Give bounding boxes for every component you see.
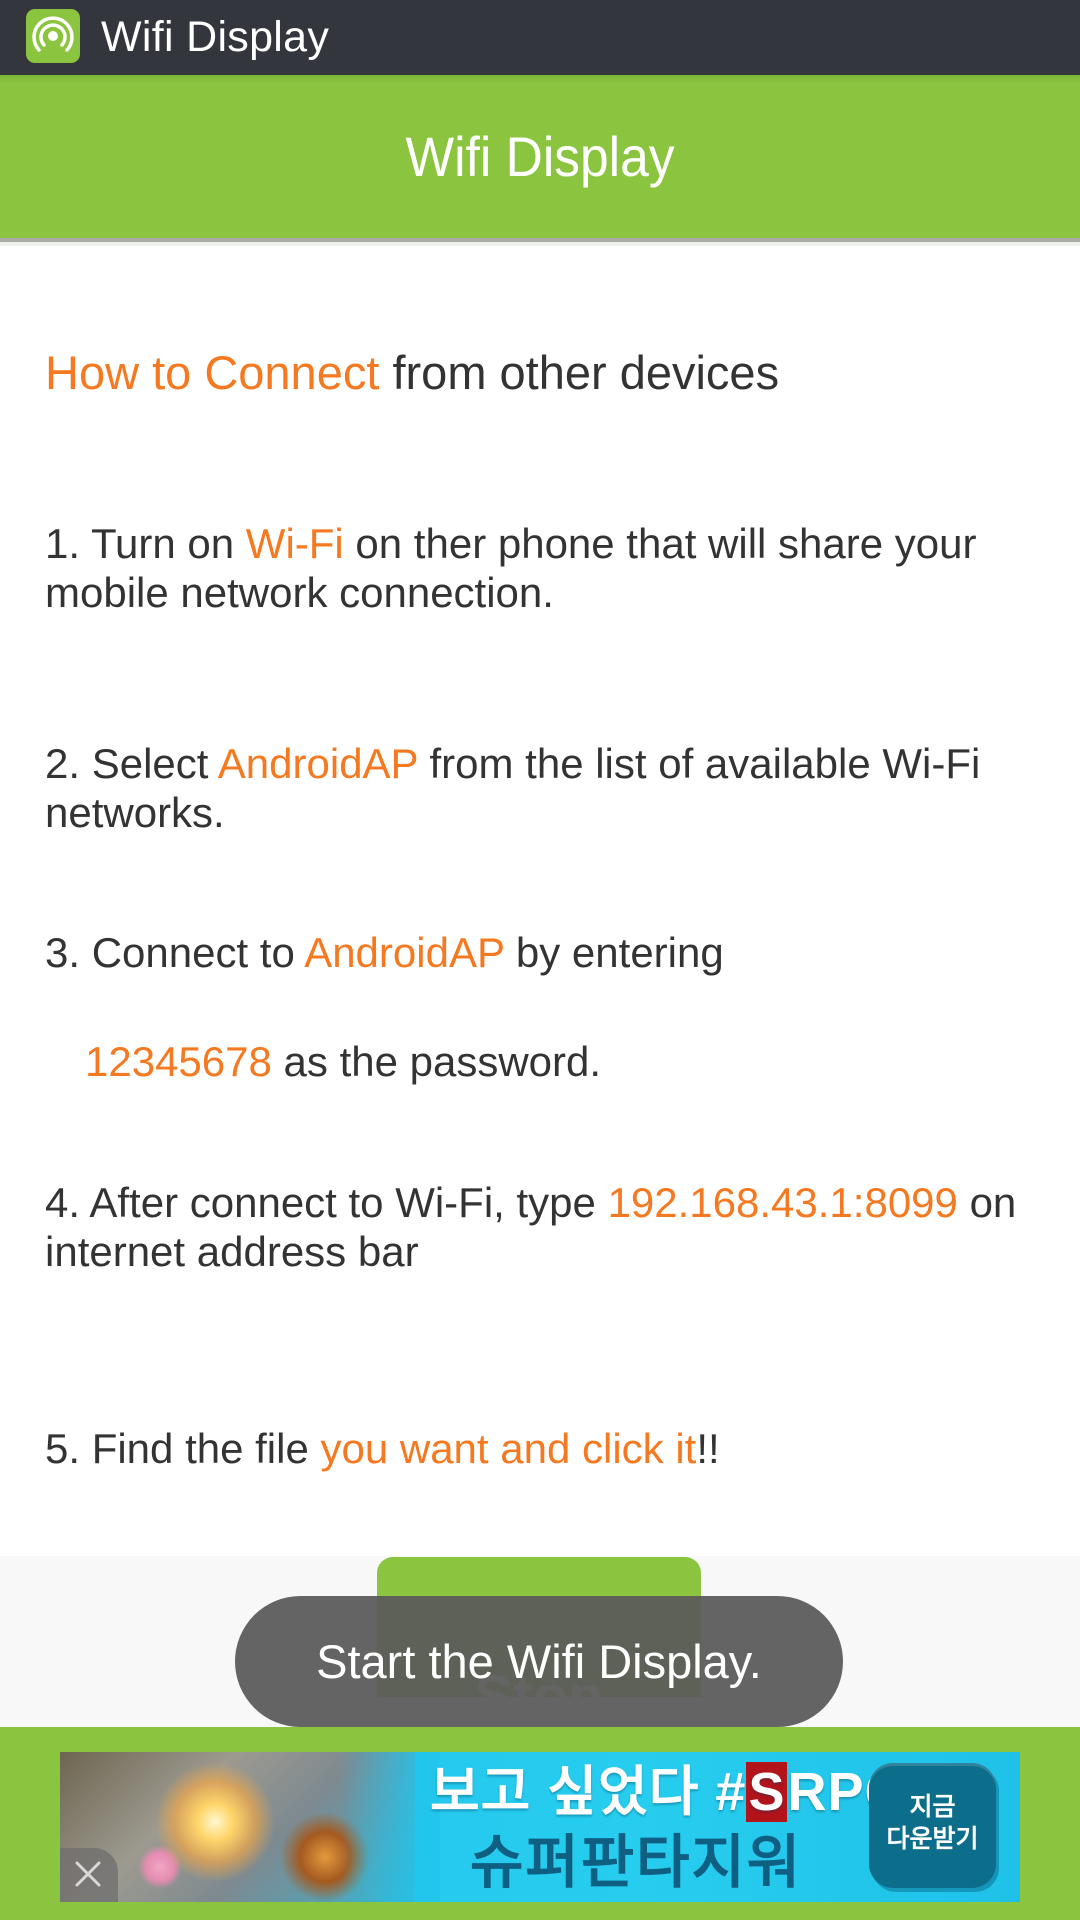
step-1-line-2: mobile network connection.: [45, 569, 554, 616]
toast-message: Start the Wifi Display.: [235, 1596, 843, 1727]
step-text: as the password.: [271, 1038, 602, 1085]
step-3-line-1: 3. Connect to AndroidAP by entering: [45, 928, 724, 977]
ad-artwork-fade: [340, 1752, 440, 1902]
ad-cta-line-1: 지금: [909, 1793, 956, 1821]
step-text: 1. Turn on: [45, 520, 246, 567]
wifi-signal-icon: [26, 9, 80, 63]
ad-close-button[interactable]: [60, 1848, 118, 1902]
step-text: 2. Select: [45, 740, 218, 787]
step-text: from the list of available Wi-Fi: [417, 740, 981, 787]
step-5-line-1: 5. Find the file you want and click it!!: [45, 1424, 720, 1473]
ad-banner[interactable]: 보고 싶었다 #SRPG 슈퍼판타지워 지금 다운받기: [60, 1752, 1020, 1902]
page-title: Wifi Display: [405, 125, 675, 188]
heading-text: from other devices: [379, 346, 780, 399]
step-2-line-2: networks.: [45, 789, 225, 836]
password-value: 12345678: [85, 1038, 272, 1085]
step-text: 3. Connect to: [45, 929, 305, 976]
step-2-line-1: 2. Select AndroidAP from the list of ava…: [45, 739, 980, 788]
instructions-heading: How to Connect from other devices: [45, 345, 779, 401]
ad-headline: 보고 싶었다 #SRPG: [430, 1760, 908, 1824]
ad-cta-line-2: 다운받기: [886, 1825, 979, 1853]
step-4-line-2: internet address bar: [45, 1228, 419, 1275]
address-value: 192.168.43.1:8099: [607, 1179, 958, 1226]
close-icon: [75, 1861, 101, 1887]
step-4-line-1: 4. After connect to Wi-Fi, type 192.168.…: [45, 1178, 1016, 1227]
header-divider-shadow: [0, 242, 1080, 246]
step-highlight: AndroidAP: [217, 740, 418, 787]
ad-headline-text: 보고 싶었다 #: [430, 1762, 747, 1822]
title-bar: Wifi Display: [0, 0, 1080, 75]
step-text: by entering: [504, 929, 724, 976]
heading-highlight: How to Connect: [45, 346, 380, 399]
ad-headline-s-badge: S: [746, 1762, 788, 1822]
ad-download-button[interactable]: 지금 다운받기: [869, 1763, 996, 1888]
step-text: !!: [696, 1425, 720, 1472]
step-highlight: AndroidAP: [304, 929, 505, 976]
step-text: 4. After connect to Wi-Fi, type: [45, 1179, 608, 1226]
step-3-password-line: 12345678 as the password.: [85, 1037, 601, 1086]
app-header: Wifi Display: [0, 75, 1080, 238]
window-title: Wifi Display: [101, 13, 330, 61]
step-1-line-1: 1. Turn on Wi-Fi on ther phone that will…: [45, 519, 976, 568]
step-text: on: [957, 1179, 1017, 1226]
step-text: 5. Find the file: [45, 1425, 321, 1472]
step-text: on ther phone that will share your: [343, 520, 977, 567]
step-highlight: you want and click it: [320, 1425, 697, 1472]
step-highlight: Wi-Fi: [245, 520, 344, 567]
ad-game-title: 슈퍼판타지워: [470, 1830, 803, 1895]
